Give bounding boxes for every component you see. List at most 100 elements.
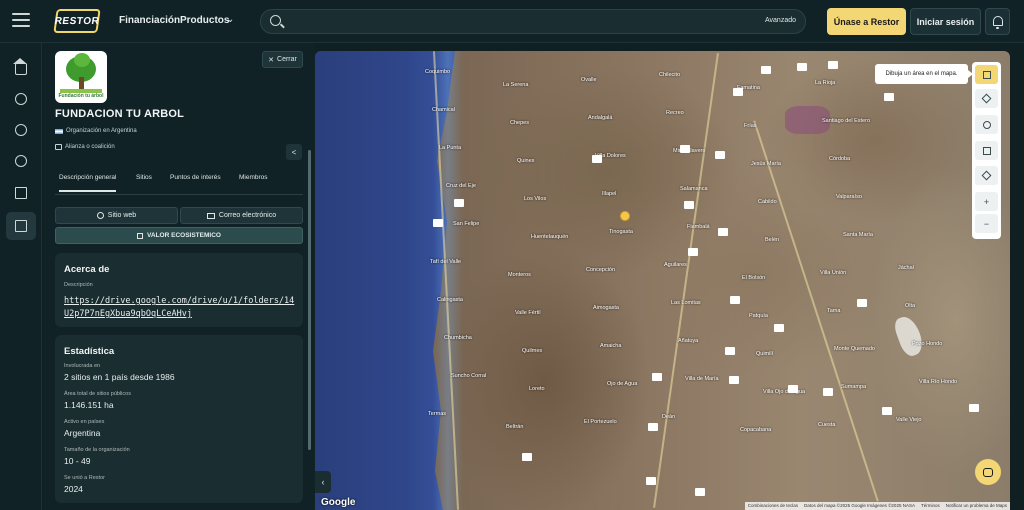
website-button[interactable]: Sitio web [55,207,178,224]
city-label: Los Vilos [524,196,547,202]
google-logo: Google [321,497,356,508]
route-shield [788,385,798,393]
city-label: Jáchal [898,265,914,271]
stat-label: Involucrada en [64,363,101,369]
stat-label: Se unió a Restor [64,475,105,481]
share-button[interactable]: < [286,144,302,160]
organization-name: FUNDACION TU ARBOL [55,108,185,120]
search-bar[interactable]: Avanzado [260,9,806,34]
nav-productos[interactable]: Productos [180,15,229,26]
route-shield [884,93,894,101]
type-row: Alianza o coalición [55,144,115,150]
city-label: El Bolsón [742,275,766,281]
stat-label: Activo en países [64,419,105,425]
city-label: Salamanca [680,186,708,192]
route-shield [433,219,443,227]
city-label: Belén [765,237,780,243]
fullscreen-icon [982,146,991,155]
city-label: Calingasta [437,297,463,303]
country-text: Organización en Argentina [66,128,137,134]
zoom-out-button[interactable]: − [975,214,998,233]
locate-button[interactable] [975,166,998,185]
city-label: Córdoba [829,156,851,162]
city-label: Ojo de Agua [607,381,638,387]
close-button[interactable]: ✕ Cerrar [262,51,303,68]
fullscreen-button[interactable] [975,141,998,160]
route-shield [882,407,892,415]
restor-logo[interactable]: RESTOR [53,9,101,33]
city-label: Tafí del Valle [430,259,462,265]
ecosystem-value-button[interactable]: VALOR ECOSISTEMICO [55,227,303,244]
city-label: Loreto [529,386,545,392]
city-label: Termas [428,411,447,417]
icon-rail [0,43,42,510]
city-label: Olta [905,303,916,309]
satellite-map[interactable]: Coquimbo La Serena Ovalle Chilecito Famatina… [315,51,1010,510]
mail-icon [206,212,215,219]
chevron-down-icon[interactable]: ⌄ [226,14,234,25]
top-bar: RESTOR Financiación Productos ⌄ Avanzado… [0,0,1024,43]
route-shield [646,477,656,485]
route-shield [730,296,740,304]
draw-area-button[interactable] [975,65,998,84]
salt-flat [891,313,927,359]
rail-book[interactable] [6,179,36,207]
route-shield [684,201,694,209]
stat-label: Área total de sitios públicos [64,391,131,397]
login-button[interactable]: Iniciar sesión [910,8,981,35]
tab-sites[interactable]: Sitios [136,174,152,181]
city-label: San Felipe [453,221,480,227]
advanced-search-link[interactable]: Avanzado [765,17,796,24]
rail-home[interactable] [6,55,36,83]
city-label: Aimogasta [593,305,619,311]
rail-projects[interactable] [6,212,36,240]
city-label: Chamical [432,107,455,113]
route-shield [715,151,725,159]
city-label: Andalgalá [588,115,613,121]
panel-scroll-thumb[interactable] [308,150,311,450]
notifications-button[interactable] [985,8,1010,35]
tab-members[interactable]: Miembros [239,174,268,181]
city-label: El Portezuelo [584,419,617,425]
locate-icon [981,170,992,181]
collapse-panel-button[interactable]: ‹ [315,471,331,493]
keyboard-shortcuts-link[interactable]: Combinaciones de teclas [748,503,798,509]
route-shield [969,404,979,412]
route-shield [857,299,867,307]
chat-icon [983,467,993,477]
logo-text: Fundación tu árbol [58,93,104,99]
argentina-flag-icon [55,128,63,134]
city-label: Recreo [666,110,684,116]
city-label: Quilmes [522,348,543,354]
layers-button[interactable] [975,89,998,108]
join-button[interactable]: Únase a Restor [827,8,906,35]
organization-panel: Fundación tu árbol ✕ Cerrar FUNDACION TU … [43,43,315,510]
chevron-left-icon: ‹ [321,477,325,487]
city-label: Las Lomitas [671,300,701,306]
city-label: Villa Ojo de Agua [763,389,806,395]
terms-link[interactable]: Términos [921,503,940,509]
route-shield [695,488,705,496]
site-marker[interactable] [620,211,630,221]
target-button[interactable] [975,115,998,134]
rail-location[interactable] [6,116,36,144]
bell-icon [993,16,1003,29]
email-button[interactable]: Correo electrónico [180,207,303,224]
chat-button[interactable] [975,459,1001,485]
hamburger-icon[interactable] [12,13,30,29]
rail-globe[interactable] [6,147,36,175]
zoom-in-button[interactable]: + [975,192,998,211]
tab-overview[interactable]: Descripción general [59,174,117,192]
city-label: Monteros [508,272,531,278]
target-icon [982,120,991,129]
description-link[interactable]: https://drive.google.com/drive/u/1/folde… [64,295,296,321]
rail-users[interactable] [6,85,36,113]
city-label: Valparaíso [836,194,862,200]
report-problem-link[interactable]: Notificar un problema de Maps [946,503,1007,509]
city-label: Chepes [510,120,529,126]
ecosystem-value-label: VALOR ECOSISTEMICO [147,232,221,239]
tab-points-of-interest[interactable]: Puntos de interés [170,174,221,181]
nav-financiacion[interactable]: Financiación [119,15,180,26]
description-label: Descripción [64,282,93,288]
home-icon [13,58,27,75]
